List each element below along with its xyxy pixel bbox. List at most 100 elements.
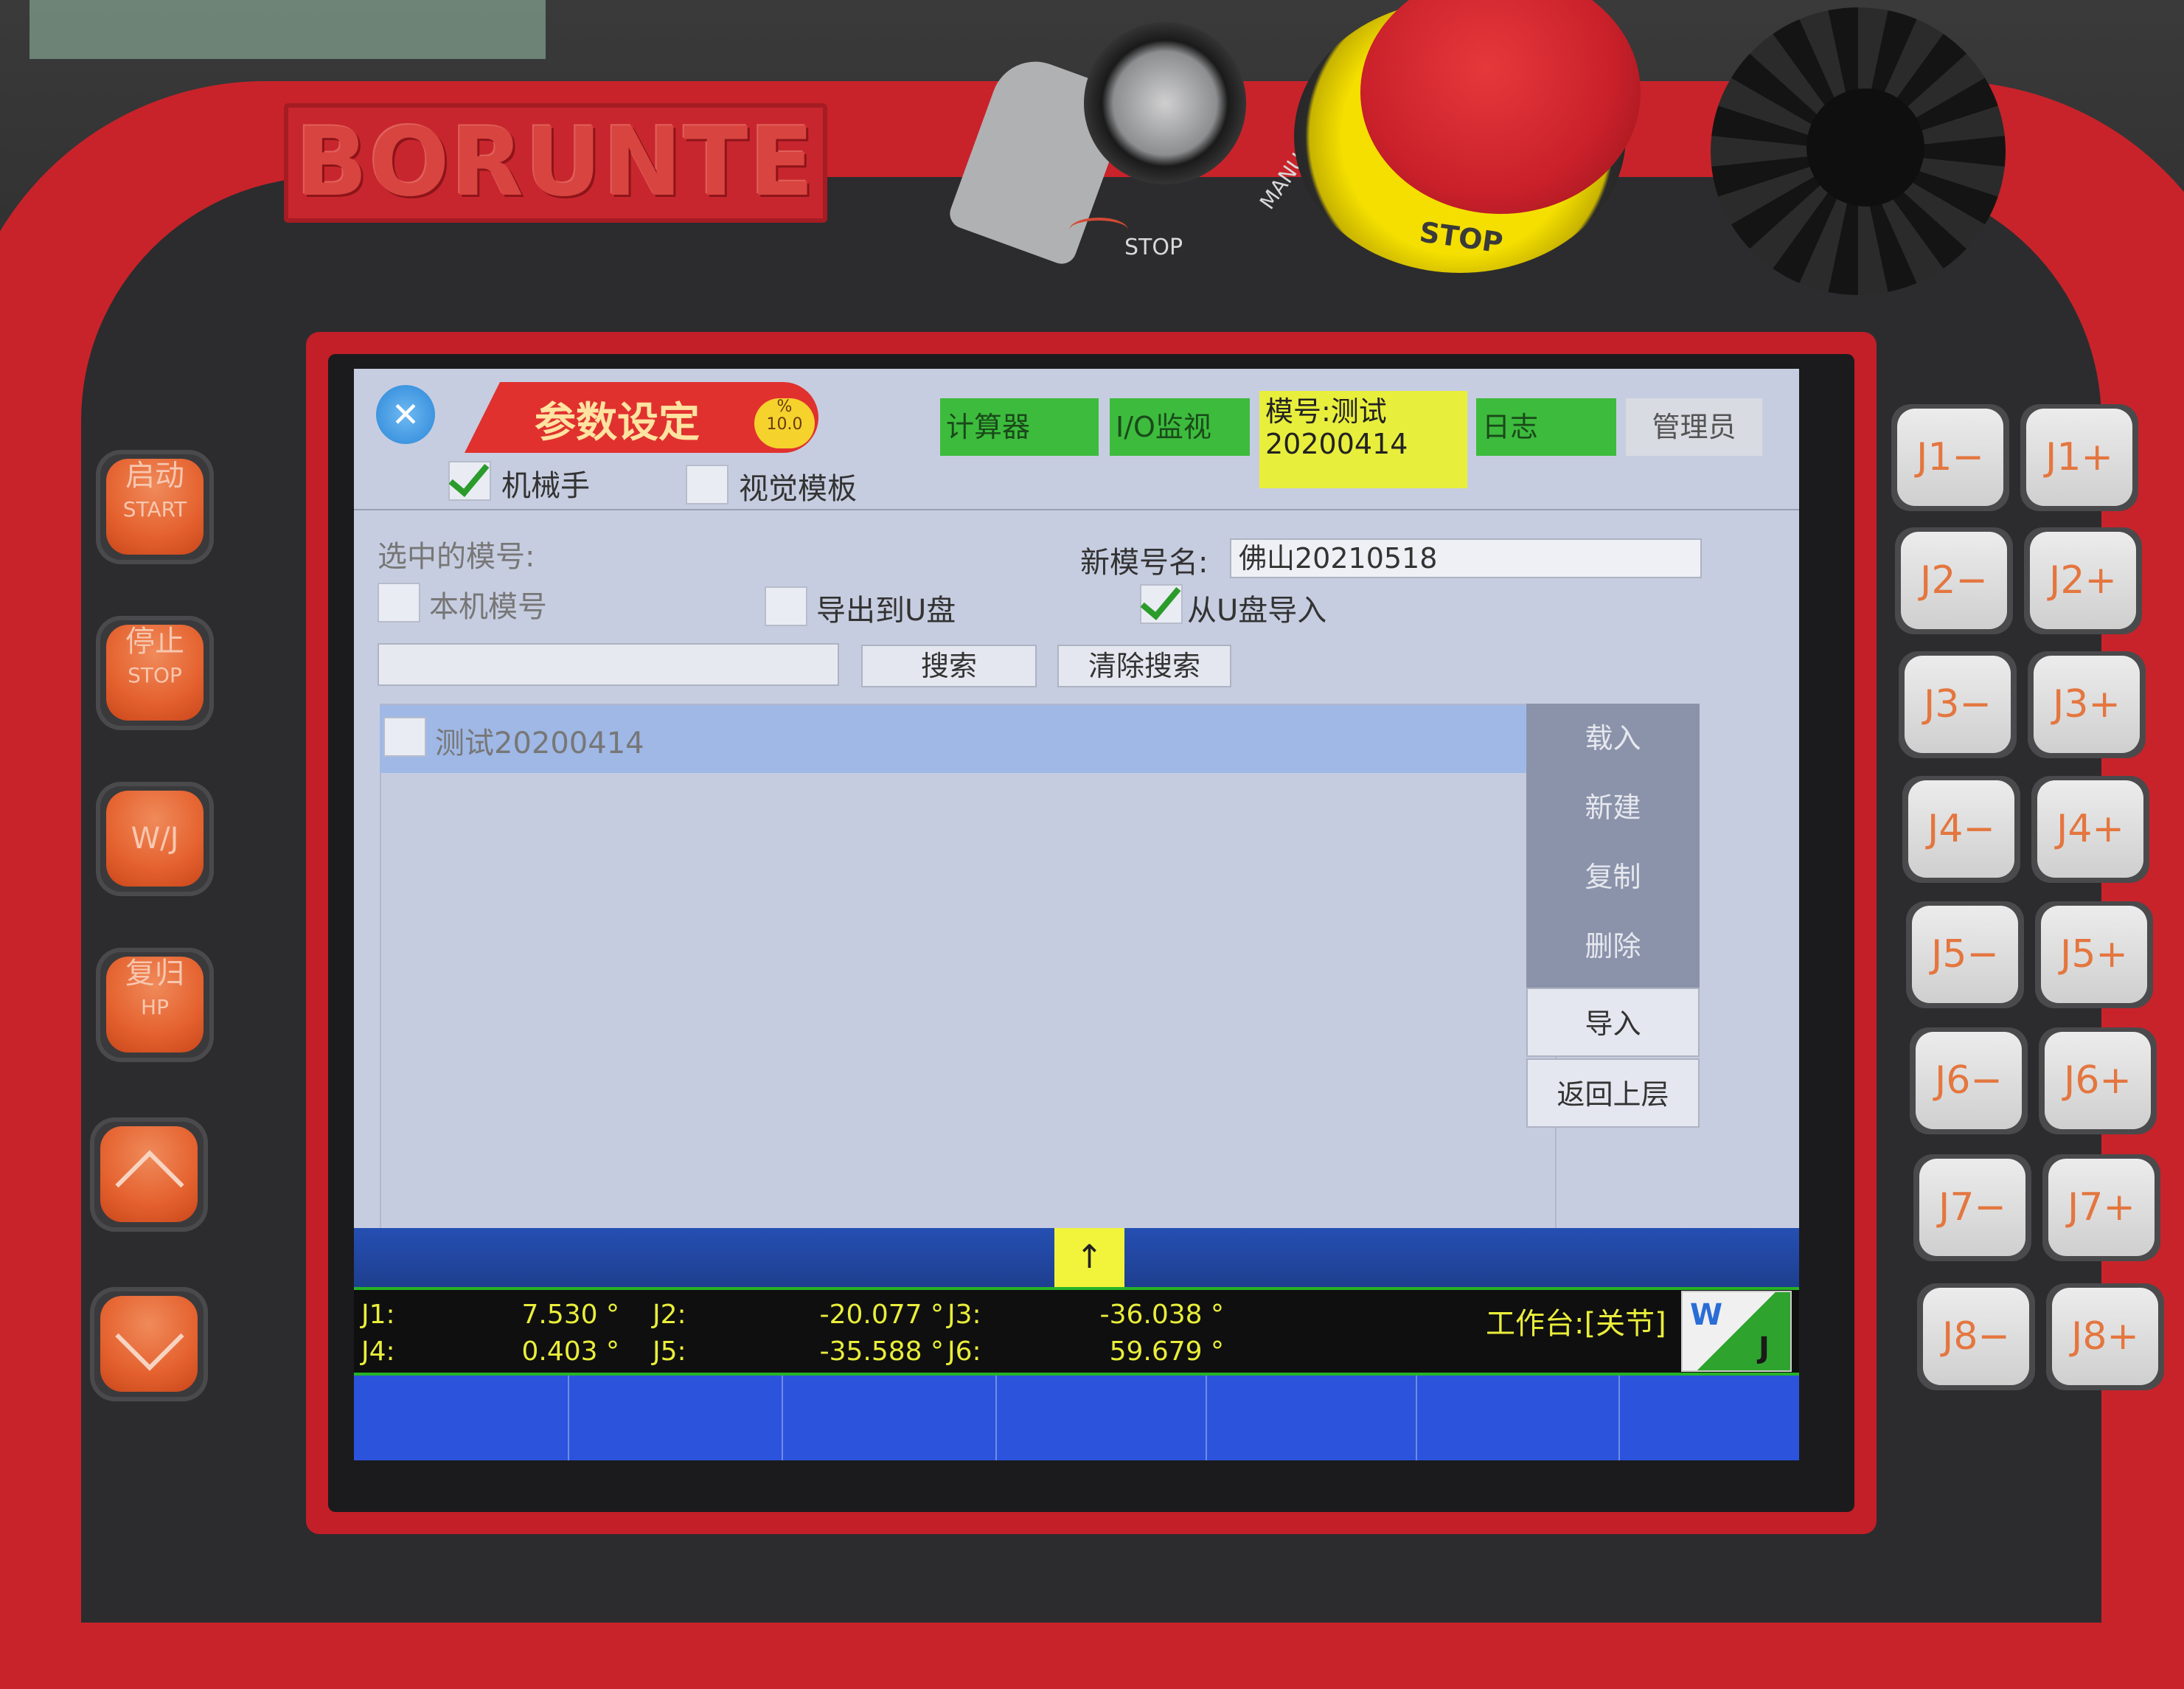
speed-value: 10.0 bbox=[766, 415, 803, 434]
j3-minus-button[interactable]: J3− bbox=[1899, 651, 2017, 758]
softkey-5[interactable] bbox=[1416, 1376, 1620, 1460]
stop-sub-label: STOP bbox=[128, 663, 182, 687]
j3-label: J3: bbox=[947, 1300, 981, 1330]
j8-minus-label: J8− bbox=[1923, 1288, 2029, 1385]
home-sub-label: HP bbox=[141, 995, 169, 1019]
j4-plus-button[interactable]: J4+ bbox=[2031, 776, 2149, 883]
j3-plus-label: J3+ bbox=[2034, 656, 2140, 753]
start-button[interactable]: 启动 START bbox=[96, 450, 214, 564]
speed-badge[interactable]: % 10.0 bbox=[754, 398, 815, 448]
j4-minus-button[interactable]: J4− bbox=[1902, 776, 2020, 883]
j4-plus-label: J4+ bbox=[2037, 780, 2143, 878]
j1-plus-label: J1+ bbox=[2026, 409, 2132, 506]
current-model-tab[interactable]: 模号:测试 20200414 bbox=[1259, 391, 1467, 488]
import-usb-checkbox[interactable] bbox=[1140, 584, 1183, 624]
j4-minus-label: J4− bbox=[1908, 780, 2014, 878]
new-button[interactable]: 新建 bbox=[1526, 773, 1700, 842]
robot-arm-checkbox[interactable] bbox=[448, 461, 491, 501]
softkey-3[interactable] bbox=[995, 1376, 1207, 1460]
search-button[interactable]: 搜索 bbox=[861, 645, 1037, 687]
j7-plus-button[interactable]: J7+ bbox=[2042, 1154, 2160, 1261]
selected-model-label: 选中的模号: bbox=[378, 540, 535, 574]
wj-button-face: W/J bbox=[106, 791, 204, 887]
expand-up-button[interactable]: ↑ bbox=[1054, 1228, 1124, 1287]
j1-minus-button[interactable]: J1− bbox=[1891, 404, 2009, 511]
home-button-face: 复归 HP bbox=[106, 957, 204, 1052]
page-down-face bbox=[100, 1296, 198, 1392]
j5-minus-button[interactable]: J5− bbox=[1906, 901, 2024, 1008]
robot-arm-label: 机械手 bbox=[501, 469, 590, 503]
j4-value: 0.403 ° bbox=[521, 1336, 619, 1367]
j3-minus-label: J3− bbox=[1905, 656, 2011, 753]
handwheel-hub bbox=[1806, 89, 1924, 207]
log-tab[interactable]: 日志 bbox=[1476, 398, 1616, 456]
export-usb-checkbox[interactable] bbox=[765, 586, 807, 626]
search-input[interactable] bbox=[378, 643, 839, 686]
softkey-2[interactable] bbox=[782, 1376, 997, 1460]
home-button[interactable]: 复归 HP bbox=[96, 948, 214, 1062]
j1-plus-button[interactable]: J1+ bbox=[2020, 404, 2138, 511]
softkey-6[interactable] bbox=[1618, 1376, 1799, 1460]
list-item-label: 测试20200414 bbox=[435, 726, 644, 760]
j1-minus-label: J1− bbox=[1897, 409, 2003, 506]
local-model-checkbox[interactable] bbox=[378, 583, 420, 622]
j8-minus-button[interactable]: J8− bbox=[1917, 1283, 2035, 1390]
j7-minus-label: J7− bbox=[1919, 1159, 2025, 1256]
load-button[interactable]: 载入 bbox=[1526, 704, 1700, 773]
admin-tab[interactable]: 管理员 bbox=[1626, 398, 1762, 456]
io-monitor-tab[interactable]: I/O监视 bbox=[1110, 398, 1250, 456]
brand-logo: BORUNTE bbox=[284, 103, 827, 223]
stop-label: 停止 bbox=[125, 625, 184, 659]
j5-minus-label: J5− bbox=[1912, 906, 2018, 1003]
j5-plus-button[interactable]: J5+ bbox=[2035, 901, 2153, 1008]
start-label: 启动 bbox=[125, 459, 184, 493]
page-down-button[interactable] bbox=[90, 1287, 208, 1401]
copy-button[interactable]: 复制 bbox=[1526, 842, 1700, 912]
export-usb-label: 导出到U盘 bbox=[816, 594, 956, 628]
local-model-label: 本机模号 bbox=[429, 590, 547, 624]
j5-plus-label: J5+ bbox=[2041, 906, 2147, 1003]
page-up-face bbox=[100, 1126, 198, 1222]
j7-plus-label: J7+ bbox=[2048, 1159, 2155, 1256]
softkey-4[interactable] bbox=[1206, 1376, 1417, 1460]
wj-label: W/J bbox=[131, 822, 179, 856]
import-button[interactable]: 导入 bbox=[1526, 988, 1700, 1057]
vision-template-checkbox[interactable] bbox=[686, 465, 728, 504]
j8-plus-label: J8+ bbox=[2052, 1288, 2158, 1385]
j2-plus-button[interactable]: J2+ bbox=[2024, 527, 2142, 634]
speed-symbol: % bbox=[776, 398, 793, 416]
stop-button[interactable]: 停止 STOP bbox=[96, 616, 214, 730]
back-button[interactable]: 返回上层 bbox=[1526, 1058, 1700, 1128]
current-model-line2: 20200414 bbox=[1265, 428, 1408, 460]
stop-button-face: 停止 STOP bbox=[106, 625, 204, 721]
j6-minus-button[interactable]: J6− bbox=[1910, 1027, 2028, 1134]
wj-j-label: J bbox=[1759, 1331, 1770, 1365]
j6-plus-button[interactable]: J6+ bbox=[2039, 1027, 2157, 1134]
j8-plus-button[interactable]: J8+ bbox=[2046, 1283, 2164, 1390]
list-item-checkbox[interactable] bbox=[383, 717, 426, 757]
softkey-1[interactable] bbox=[568, 1376, 783, 1460]
new-model-name-field[interactable]: 佛山20210518 bbox=[1230, 538, 1702, 578]
chevron-up-icon bbox=[115, 1150, 184, 1219]
mode-key-switch[interactable] bbox=[1084, 22, 1246, 184]
wj-toggle-button[interactable]: W/J bbox=[96, 782, 214, 896]
j3-plus-button[interactable]: J3+ bbox=[2028, 651, 2146, 758]
j2-value: -20.077 ° bbox=[819, 1300, 944, 1330]
key-stop-label: STOP bbox=[1124, 235, 1183, 260]
clear-search-button[interactable]: 清除搜索 bbox=[1057, 645, 1231, 687]
j5-label: J5: bbox=[653, 1336, 686, 1367]
calculator-tab[interactable]: 计算器 bbox=[940, 398, 1099, 456]
divider bbox=[354, 509, 1799, 510]
j1-value: 7.530 ° bbox=[521, 1300, 619, 1330]
j7-minus-button[interactable]: J7− bbox=[1913, 1154, 2031, 1261]
j4-label: J4: bbox=[361, 1336, 395, 1367]
j2-minus-button[interactable]: J2− bbox=[1895, 527, 2013, 634]
settings-tools-icon[interactable]: ✕ bbox=[376, 385, 435, 444]
j5-value: -35.588 ° bbox=[819, 1336, 944, 1367]
home-label: 复归 bbox=[125, 957, 184, 991]
delete-button[interactable]: 删除 bbox=[1526, 912, 1700, 981]
new-model-label: 新模号名: bbox=[1080, 546, 1208, 580]
j6-minus-label: J6− bbox=[1916, 1032, 2022, 1129]
j1-label: J1: bbox=[361, 1300, 395, 1330]
page-up-button[interactable] bbox=[90, 1117, 208, 1232]
